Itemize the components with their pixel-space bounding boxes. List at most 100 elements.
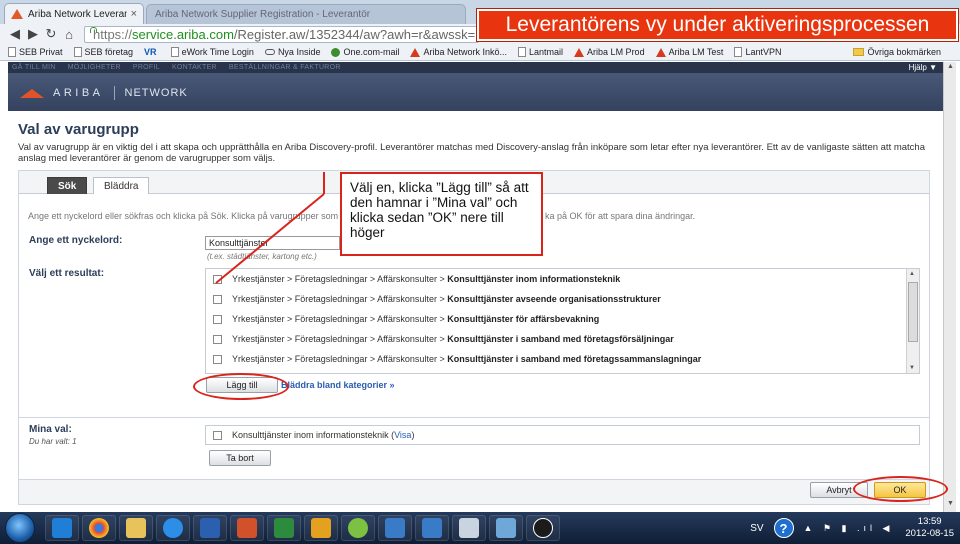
tab-title-inactive: Ariba Network Supplier Registration - Le…	[155, 9, 371, 20]
taskbar-hp[interactable]	[526, 515, 560, 541]
selected-checkbox[interactable]	[213, 430, 222, 440]
tab-ariba-network[interactable]: Ariba Network Leverantör ×	[4, 3, 144, 24]
taskbar-powerpoint[interactable]	[230, 515, 264, 541]
result-path: Yrkestjänster > Företagsledningar > Affä…	[232, 294, 445, 304]
folder-icon	[126, 518, 146, 538]
clock-date: 2012-08-15	[905, 528, 954, 539]
results-scrollbar[interactable]: ▲ ▼	[906, 269, 919, 373]
forward-icon[interactable]: ▶	[24, 26, 42, 42]
bookmark-lantmail[interactable]: Lantmail	[518, 47, 563, 57]
chrome-icon	[89, 518, 109, 538]
taskbar-snipping[interactable]	[452, 515, 486, 541]
bookmark-ariba-lm-prod[interactable]: Ariba LM Prod	[574, 47, 645, 57]
result-row[interactable]: Yrkestjänster > Företagsledningar > Affä…	[206, 269, 908, 289]
taskbar-explorer[interactable]	[119, 515, 153, 541]
bookmark-seb-foretag[interactable]: SEB företag	[73, 47, 134, 57]
clock-time: 13:59	[917, 516, 942, 527]
ariba-logo-icon	[20, 88, 44, 98]
keyword-hint: (t.ex. städtjänster, kartong etc.)	[207, 252, 317, 261]
nav-item-contacts[interactable]: KONTAKTER	[172, 64, 217, 71]
system-tray: SV ? ▲ ⚑ ▮ .ıl ◀ 13:59 2012-08-15	[750, 512, 960, 544]
result-checkbox[interactable]	[213, 354, 222, 364]
url-scheme: https://	[93, 26, 133, 42]
scroll-up-icon[interactable]: ▲	[909, 271, 915, 277]
bookmark-seb-privat[interactable]: SEB Privat	[8, 47, 63, 57]
tab-close-icon[interactable]: ×	[131, 8, 137, 20]
help-icon[interactable]: ?	[773, 518, 794, 538]
bookmark-ework[interactable]: eWork Time Login	[170, 47, 254, 57]
nav-item-home[interactable]: GÅ TILL MIN	[12, 64, 56, 71]
reload-icon[interactable]: ↻	[42, 26, 60, 42]
result-name: Konsulttjänster i samband med företagssa…	[447, 354, 702, 364]
bookmark-label: eWork Time Login	[181, 47, 254, 57]
scroll-up-icon[interactable]: ▲	[945, 63, 956, 74]
tab-search[interactable]: Sök	[47, 177, 88, 194]
visa-link[interactable]: Visa	[394, 430, 411, 440]
taskbar-ie[interactable]	[156, 515, 190, 541]
bookmark-vr[interactable]: VR	[144, 47, 160, 57]
folder-icon	[853, 48, 865, 56]
taskbar-outlook[interactable]	[304, 515, 338, 541]
vr-icon: VR	[144, 47, 157, 57]
result-row[interactable]: Yrkestjänster > Företagsledningar > Affä…	[206, 329, 908, 349]
nav-item-orders[interactable]: BESTÄLLNINGAR & FAKTUROR	[229, 64, 341, 71]
page-icon	[518, 47, 527, 57]
bookmark-ariba-inkop[interactable]: Ariba Network Inkö...	[410, 47, 507, 57]
remove-button[interactable]: Ta bort	[209, 450, 271, 466]
footer-bar	[18, 479, 930, 505]
taskbar-excel[interactable]	[267, 515, 301, 541]
selected-item-name: Konsulttjänster inom informationsteknik	[232, 430, 389, 440]
ie-icon	[163, 518, 183, 538]
highlight-ok-button	[853, 476, 948, 502]
scroll-thumb[interactable]	[908, 282, 918, 342]
language-indicator[interactable]: SV	[750, 523, 763, 534]
taskbar-chrome[interactable]	[82, 515, 116, 541]
bookmarks-bar: SEB Privat SEB företag VR eWork Time Log…	[0, 44, 960, 61]
result-checkbox[interactable]	[213, 314, 222, 324]
result-row[interactable]: Yrkestjänster > Företagsledningar > Affä…	[206, 289, 908, 309]
app-icon	[496, 518, 516, 538]
back-icon[interactable]: ◀	[6, 26, 24, 42]
url-host: service.ariba.com	[132, 26, 234, 42]
logo-separator	[113, 86, 115, 100]
browse-categories-link[interactable]: Bläddra bland kategorier »	[281, 380, 395, 390]
home-icon[interactable]: ⌂	[60, 27, 78, 42]
page-icon	[8, 47, 16, 57]
app-icon	[52, 518, 72, 538]
bookmark-nya-inside[interactable]: Nya Inside	[264, 47, 321, 57]
help-menu-button[interactable]: Hjälp ▼	[909, 63, 937, 72]
tab-supplier-registration[interactable]: Ariba Network Supplier Registration - Le…	[146, 4, 466, 24]
ariba-network-logo: ARIBA NETWORK	[20, 86, 188, 100]
bookmark-onecom[interactable]: One.com-mail	[331, 47, 399, 57]
ariba-icon	[410, 47, 421, 57]
result-checkbox[interactable]	[213, 334, 222, 344]
result-path: Yrkestjänster > Företagsledningar > Affä…	[232, 274, 445, 284]
bookmark-label: SEB företag	[84, 47, 134, 57]
taskbar-app-1[interactable]	[45, 515, 79, 541]
nav-item-profile[interactable]: PROFIL	[133, 64, 160, 71]
result-checkbox[interactable]	[213, 274, 222, 284]
tray-icons[interactable]: ▲ ⚑ ▮ .ıl ◀	[804, 523, 894, 534]
bookmark-other[interactable]: Övriga bokmärken	[853, 47, 941, 57]
taskbar-word[interactable]	[193, 515, 227, 541]
taskbar-app-11[interactable]	[415, 515, 449, 541]
bookmark-lantvpn[interactable]: LantVPN	[734, 47, 781, 57]
result-row[interactable]: Yrkestjänster > Företagsledningar > Affä…	[206, 349, 908, 369]
tab-browse[interactable]: Bläddra	[93, 177, 150, 194]
result-name: Konsulttjänster avseende organisationsst…	[447, 294, 661, 304]
taskbar-spotify[interactable]	[341, 515, 375, 541]
clock[interactable]: 13:59 2012-08-15	[905, 516, 954, 540]
bookmark-label: Nya Inside	[277, 47, 321, 57]
result-row[interactable]: Yrkestjänster > Företagsledningar > Affä…	[206, 309, 908, 329]
scroll-down-icon[interactable]: ▼	[945, 500, 956, 511]
bookmark-ariba-lm-test[interactable]: Ariba LM Test	[655, 47, 723, 57]
start-button-icon[interactable]	[5, 513, 35, 543]
result-checkbox[interactable]	[213, 294, 222, 304]
url-field[interactable]: https:// service.ariba.com /Register.aw/…	[84, 25, 479, 43]
page-scrollbar[interactable]: ▲ ▼	[943, 62, 956, 512]
keyword-input[interactable]	[205, 236, 340, 250]
taskbar-app-10[interactable]	[378, 515, 412, 541]
taskbar-app-13[interactable]	[489, 515, 523, 541]
scroll-down-icon[interactable]: ▼	[909, 365, 915, 371]
nav-item-opportunities[interactable]: MÖJLIGHETER	[68, 64, 121, 71]
